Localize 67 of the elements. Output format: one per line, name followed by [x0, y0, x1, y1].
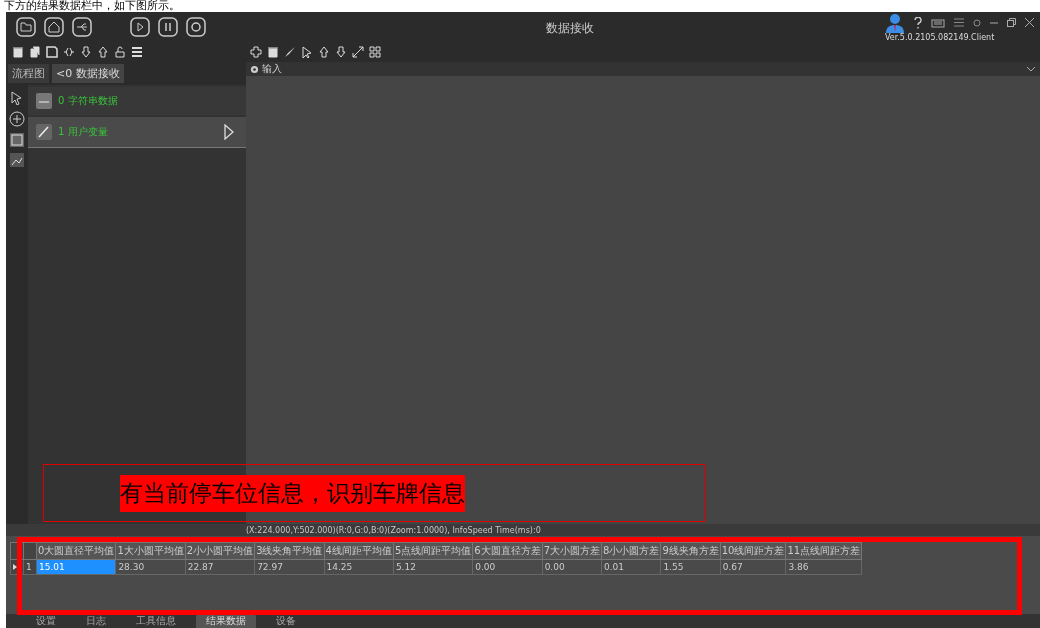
table-cell[interactable]: 28.30: [115, 559, 186, 575]
pointer-icon[interactable]: [10, 91, 24, 105]
table-cell[interactable]: 0.67: [720, 559, 786, 575]
bottom-tab[interactable]: 设置: [26, 614, 66, 628]
bottom-tab[interactable]: 设备: [266, 614, 306, 628]
refresh-icon[interactable]: [186, 17, 206, 37]
copy-icon[interactable]: [29, 46, 41, 58]
bottom-tab[interactable]: 日志: [76, 614, 116, 628]
column-header[interactable]: 10线间距方差: [720, 542, 786, 560]
column-header[interactable]: 3线夹角平均值: [254, 542, 324, 560]
status-text: (X:224.000,Y:502.000)(R:0,G:0,B:0)(Zoom:1.0000), InfoSpeed Time(ms):0: [246, 525, 541, 535]
column-header[interactable]: 8小小圆方差: [601, 542, 661, 560]
keyboard-icon[interactable]: [931, 17, 945, 28]
table-cell[interactable]: 3.86: [786, 559, 862, 575]
grid-icon[interactable]: [369, 46, 381, 58]
arrow-up-icon[interactable]: [97, 46, 109, 58]
user-avatar-icon[interactable]: [885, 12, 905, 33]
chevron-icon[interactable]: [1026, 66, 1036, 72]
table-cell[interactable]: 22.87: [185, 559, 255, 575]
document-text: 下方的结果数据栏中，如下图所示。: [4, 0, 180, 12]
column-header[interactable]: 0大圆直径平均值: [36, 542, 116, 560]
table-cell[interactable]: 0.00: [542, 559, 602, 575]
annotation-text: 有当前停车位信息，识别车牌信息: [120, 474, 465, 512]
pointer-icon[interactable]: [301, 46, 313, 58]
arrow-down-icon[interactable]: [80, 46, 92, 58]
column-header[interactable]: 2小小圆平均值: [185, 542, 255, 560]
home-icon[interactable]: [44, 17, 64, 37]
flow-tab[interactable]: <0 数据接收: [52, 64, 124, 83]
column-header[interactable]: 5点线间距平均值: [393, 542, 473, 560]
flow-node[interactable]: 1 用户变量: [28, 117, 246, 148]
add-circle-icon[interactable]: [9, 111, 25, 127]
version-text: Ver.5.0.2105.082149.Client: [885, 32, 995, 42]
save-icon[interactable]: [46, 46, 58, 58]
window-title: 数据接收: [546, 20, 594, 37]
gear-icon: [250, 64, 259, 74]
close-icon[interactable]: [1025, 18, 1034, 27]
column-header[interactable]: 4线间距平均值: [324, 542, 394, 560]
column-header[interactable]: 7大小圆方差: [542, 542, 602, 560]
lock-icon[interactable]: [114, 46, 126, 58]
flow-node[interactable]: 0 字符串数据: [28, 87, 246, 115]
play-icon[interactable]: [224, 124, 234, 140]
resize-icon[interactable]: [352, 46, 364, 58]
play-icon[interactable]: [130, 17, 150, 37]
arrow-up-icon[interactable]: [318, 46, 330, 58]
table-cell[interactable]: 1.55: [660, 559, 721, 575]
arrow-down-icon[interactable]: [335, 46, 347, 58]
restore-icon[interactable]: [1007, 18, 1016, 27]
chart-tool-icon[interactable]: [10, 153, 24, 167]
usb-icon[interactable]: [72, 17, 92, 37]
table-cell[interactable]: 0.00: [472, 559, 543, 575]
help-icon[interactable]: [914, 16, 922, 29]
table-cell[interactable]: 14.25: [324, 559, 394, 575]
bottom-tab[interactable]: 工具信息: [126, 614, 186, 628]
table-cell[interactable]: 0.01: [601, 559, 661, 575]
plus-icon[interactable]: [250, 46, 262, 58]
minimize-icon[interactable]: [990, 21, 998, 24]
panel-header[interactable]: 输入: [246, 62, 1040, 76]
pause-icon[interactable]: [158, 17, 178, 37]
table-cell[interactable]: 5.12: [393, 559, 473, 575]
flow-tab[interactable]: 流程图: [8, 64, 49, 83]
column-header[interactable]: 1大小圆平均值: [115, 542, 186, 560]
column-header[interactable]: 6大圆直径方差: [472, 542, 543, 560]
column-header[interactable]: 11点线间距方差: [786, 542, 862, 560]
column-header[interactable]: 9线夹角方差: [660, 542, 721, 560]
folder-icon[interactable]: [16, 17, 36, 37]
table-cell[interactable]: 72.97: [254, 559, 324, 575]
panel-title: 输入: [262, 62, 282, 76]
